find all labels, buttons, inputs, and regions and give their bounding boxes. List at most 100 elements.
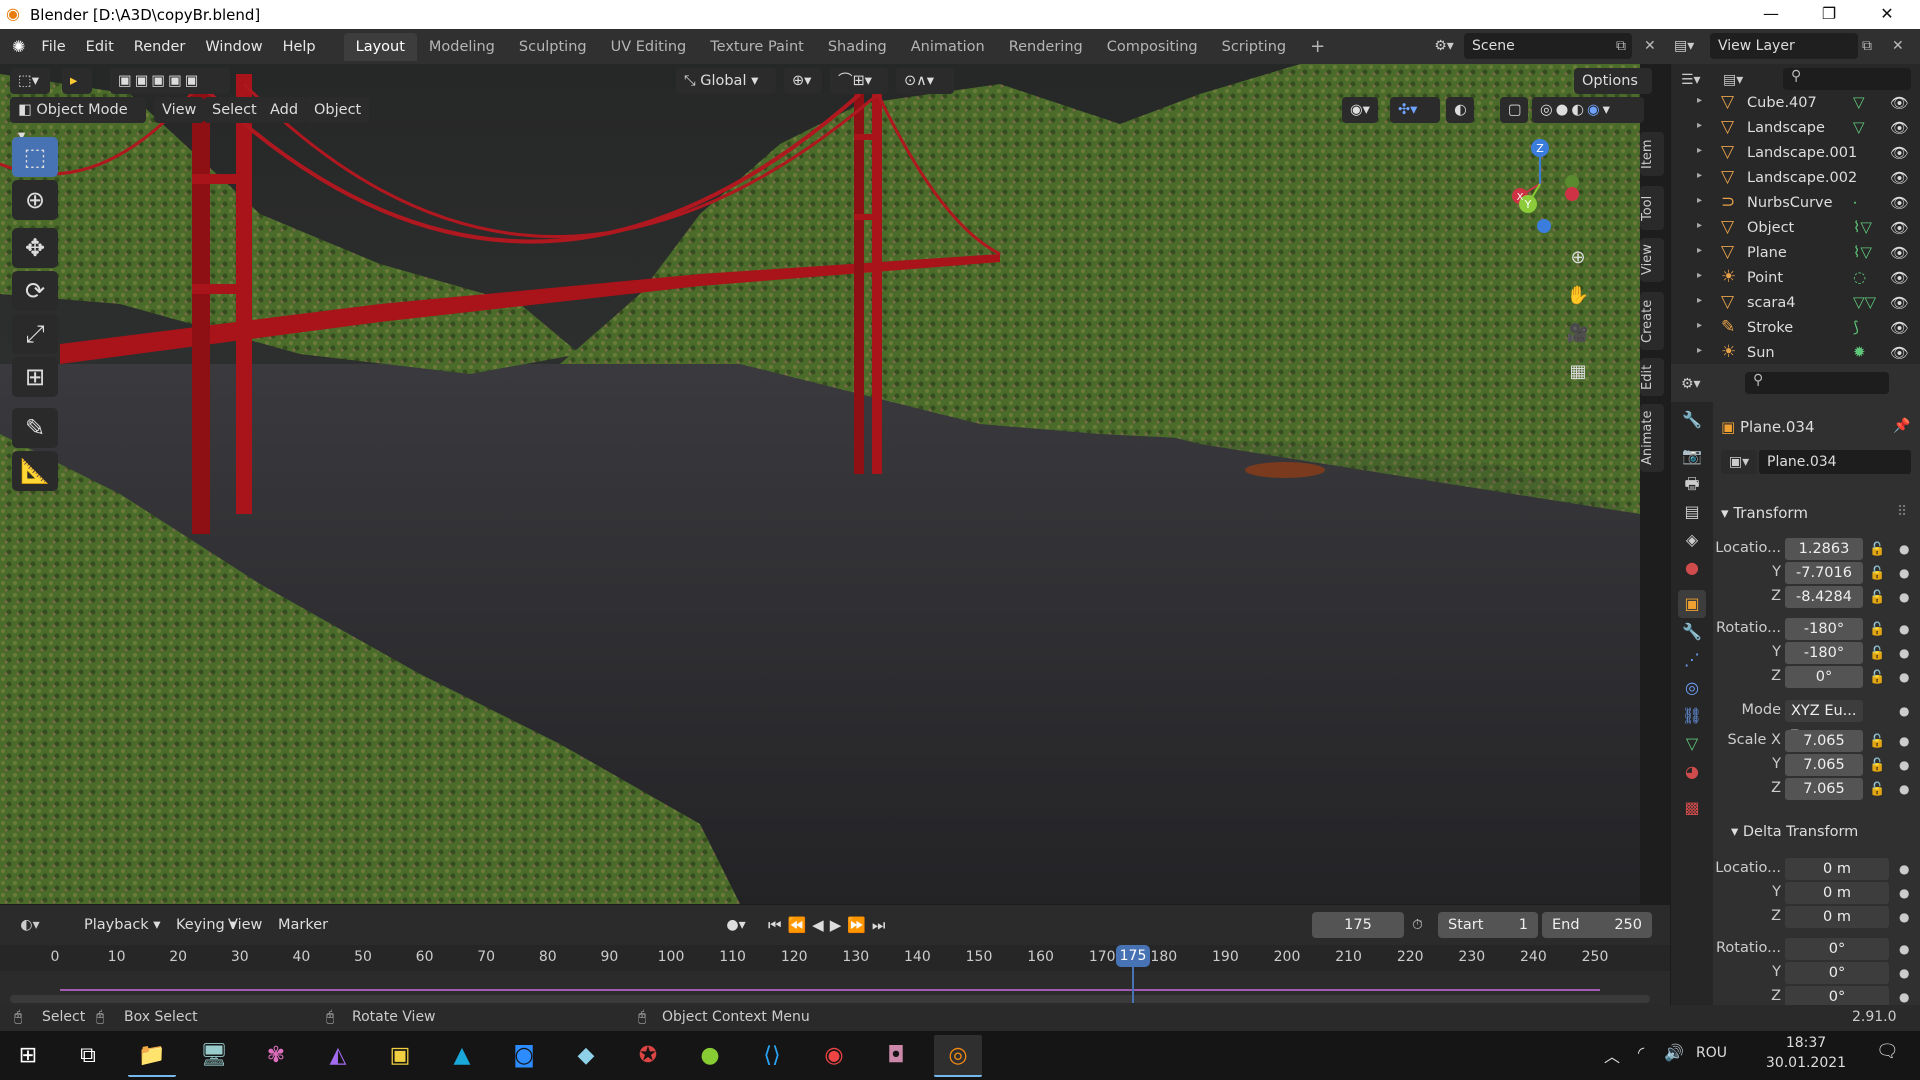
- pivot-point-icon[interactable]: ⊕▾: [784, 68, 822, 94]
- scale-y-field[interactable]: 7.065: [1785, 754, 1863, 776]
- tab-edit[interactable]: Edit: [1640, 358, 1664, 396]
- outliner-row[interactable]: ▸ ▽ Landscape.001 👁: [1671, 142, 1920, 167]
- location-y-field[interactable]: -7.7016: [1785, 562, 1863, 584]
- keyframe-dot-icon[interactable]: ●: [1899, 590, 1909, 604]
- tab-texture-paint[interactable]: Texture Paint: [698, 33, 816, 61]
- data-tab-icon[interactable]: ▽: [1678, 730, 1706, 758]
- overlays-icon[interactable]: ◐: [1446, 97, 1474, 123]
- outliner-row[interactable]: ▸ ⊃ NurbsCurve ⸱ 👁: [1671, 192, 1920, 217]
- lock-scale-y-icon[interactable]: 🔓: [1869, 758, 1885, 773]
- visibility-eye-icon[interactable]: 👁: [1890, 219, 1909, 237]
- zoom-icon[interactable]: ◙: [500, 1035, 548, 1077]
- tab-rendering[interactable]: Rendering: [997, 33, 1095, 61]
- mesh-data-icon[interactable]: ▽: [1853, 93, 1865, 111]
- snapping-icon[interactable]: ⌒⊞▾: [830, 68, 888, 94]
- tab-animate[interactable]: Animate: [1640, 404, 1664, 472]
- lock-location-x-icon[interactable]: 🔓: [1869, 542, 1885, 557]
- object-name-field[interactable]: Plane.034: [1759, 450, 1911, 474]
- render-tab-icon[interactable]: 📷: [1678, 442, 1706, 470]
- windows-start-icon[interactable]: ⊞: [4, 1035, 52, 1077]
- minimize-icon[interactable]: —: [1748, 0, 1794, 29]
- annotate-tool-icon[interactable]: ✎: [12, 408, 58, 448]
- menu-select[interactable]: Select: [204, 97, 265, 123]
- pin-icon[interactable]: 📌: [1893, 418, 1910, 434]
- tab-create[interactable]: Create: [1640, 292, 1664, 350]
- transform-tool-icon[interactable]: ⊞: [12, 357, 58, 397]
- properties-editor-type-icon[interactable]: ⚙▾: [1681, 372, 1717, 396]
- menu-help[interactable]: Help: [273, 34, 326, 60]
- delta-location-z-field[interactable]: 0 m: [1785, 906, 1889, 928]
- computer-icon[interactable]: 🖥: [190, 1035, 238, 1077]
- lock-rotation-x-icon[interactable]: 🔓: [1869, 622, 1885, 637]
- outliner-row[interactable]: ▸ ▽ Object ⌇▽ 👁: [1671, 217, 1920, 242]
- expand-arrow-icon[interactable]: ▸: [1697, 295, 1702, 306]
- keyframe-dot-icon[interactable]: ●: [1899, 966, 1909, 980]
- pan-hand-icon[interactable]: ✋: [1564, 282, 1592, 310]
- keyframe-dot-icon[interactable]: ●: [1899, 622, 1909, 636]
- autodesk-icon[interactable]: ▲: [438, 1035, 486, 1077]
- particles-tab-icon[interactable]: ⋰: [1678, 646, 1706, 674]
- rotation-x-field[interactable]: -180°: [1785, 618, 1863, 640]
- expand-arrow-icon[interactable]: ▸: [1697, 95, 1702, 106]
- modifier-mesh-icon[interactable]: ⌇▽: [1853, 243, 1872, 261]
- scale-tool-icon[interactable]: ⤢: [12, 314, 58, 354]
- delta-rotation-y-field[interactable]: 0°: [1785, 962, 1889, 984]
- measure-tool-icon[interactable]: 📐: [12, 451, 58, 491]
- rotation-mode-dropdown[interactable]: XYZ Eu... ▾: [1785, 700, 1863, 741]
- rotate-tool-icon[interactable]: ⟳: [12, 271, 58, 311]
- move-tool-icon[interactable]: ✥: [12, 228, 58, 268]
- outliner-row[interactable]: ▸ ☀ Point ◌ 👁: [1671, 267, 1920, 292]
- scene-selector-icon[interactable]: ⚙▾: [1426, 33, 1462, 59]
- game-icon[interactable]: ✪: [624, 1035, 672, 1077]
- expand-arrow-icon[interactable]: ▸: [1697, 170, 1702, 181]
- outliner-editor-type-icon[interactable]: ☰▾: [1681, 68, 1717, 92]
- outliner-row[interactable]: ▸ ▽ Cube.407 ▽ 👁: [1671, 92, 1920, 117]
- visibility-eye-icon[interactable]: 👁: [1890, 294, 1909, 312]
- blender-menu-icon[interactable]: ✺: [0, 34, 31, 60]
- selection-mode-icons[interactable]: ▣▣▣▣▣: [110, 68, 230, 94]
- select-box-tool-icon[interactable]: ⬚: [12, 137, 58, 177]
- new-scene-icon[interactable]: ⧉: [1616, 33, 1642, 59]
- task-view-icon[interactable]: ⧉: [64, 1035, 112, 1077]
- scale-x-field[interactable]: 7.065: [1785, 730, 1863, 752]
- visibility-eye-icon[interactable]: 👁: [1890, 344, 1909, 362]
- outliner-row[interactable]: ▸ ▽ Landscape ▽ 👁: [1671, 117, 1920, 142]
- keyframe-dot-icon[interactable]: ●: [1899, 542, 1909, 556]
- tab-scripting[interactable]: Scripting: [1210, 33, 1298, 61]
- light-data-icon[interactable]: ◌: [1853, 268, 1866, 286]
- modifier-tab-icon[interactable]: 🔧: [1678, 618, 1706, 646]
- keyframe-dot-icon[interactable]: ●: [1899, 942, 1909, 956]
- display-mode-icon[interactable]: ▤▾: [1723, 68, 1757, 92]
- object-tab-icon[interactable]: ▣: [1678, 590, 1706, 618]
- location-x-field[interactable]: 1.2863: [1785, 538, 1863, 560]
- menu-object[interactable]: Object: [306, 97, 370, 123]
- close-icon[interactable]: ✕: [1864, 0, 1910, 29]
- view-layer-tab-icon[interactable]: ▤: [1678, 498, 1706, 526]
- menu-window[interactable]: Window: [195, 34, 272, 60]
- blender-icon[interactable]: ◎: [934, 1035, 982, 1077]
- keyframe-dot-icon[interactable]: ●: [1899, 910, 1909, 924]
- expand-arrow-icon[interactable]: ▸: [1697, 270, 1702, 281]
- visual-studio-icon[interactable]: ◭: [314, 1035, 362, 1077]
- scene-tab-icon[interactable]: ◈: [1678, 526, 1706, 554]
- visibility-eye-icon[interactable]: 👁: [1890, 144, 1909, 162]
- tab-shading[interactable]: Shading: [816, 33, 899, 61]
- keyframe-dot-icon[interactable]: ●: [1899, 566, 1909, 580]
- select-tool-icon[interactable]: ▸: [62, 68, 92, 94]
- visibility-eye-icon[interactable]: 👁: [1890, 244, 1909, 262]
- stroke-data-icon[interactable]: ⟆: [1853, 318, 1859, 336]
- notes-icon[interactable]: ◆: [562, 1035, 610, 1077]
- expand-arrow-icon[interactable]: ▸: [1697, 345, 1702, 356]
- visibility-eye-icon[interactable]: 👁: [1890, 94, 1909, 112]
- lock-scale-z-icon[interactable]: 🔓: [1869, 782, 1885, 797]
- mesh-material-icon[interactable]: ▽▽: [1853, 293, 1876, 311]
- expand-arrow-icon[interactable]: ▸: [1697, 195, 1702, 206]
- keyframe-dot-icon[interactable]: ●: [1899, 758, 1909, 772]
- expand-arrow-icon[interactable]: ▸: [1697, 320, 1702, 331]
- constraints-tab-icon[interactable]: ⛓: [1678, 702, 1706, 730]
- location-z-field[interactable]: -8.4284: [1785, 586, 1863, 608]
- visibility-icon[interactable]: ◉▾: [1342, 97, 1378, 123]
- lock-scale-x-icon[interactable]: 🔓: [1869, 734, 1885, 749]
- menu-render[interactable]: Render: [124, 34, 196, 60]
- navigation-gizmo[interactable]: Z X Y: [1500, 136, 1580, 236]
